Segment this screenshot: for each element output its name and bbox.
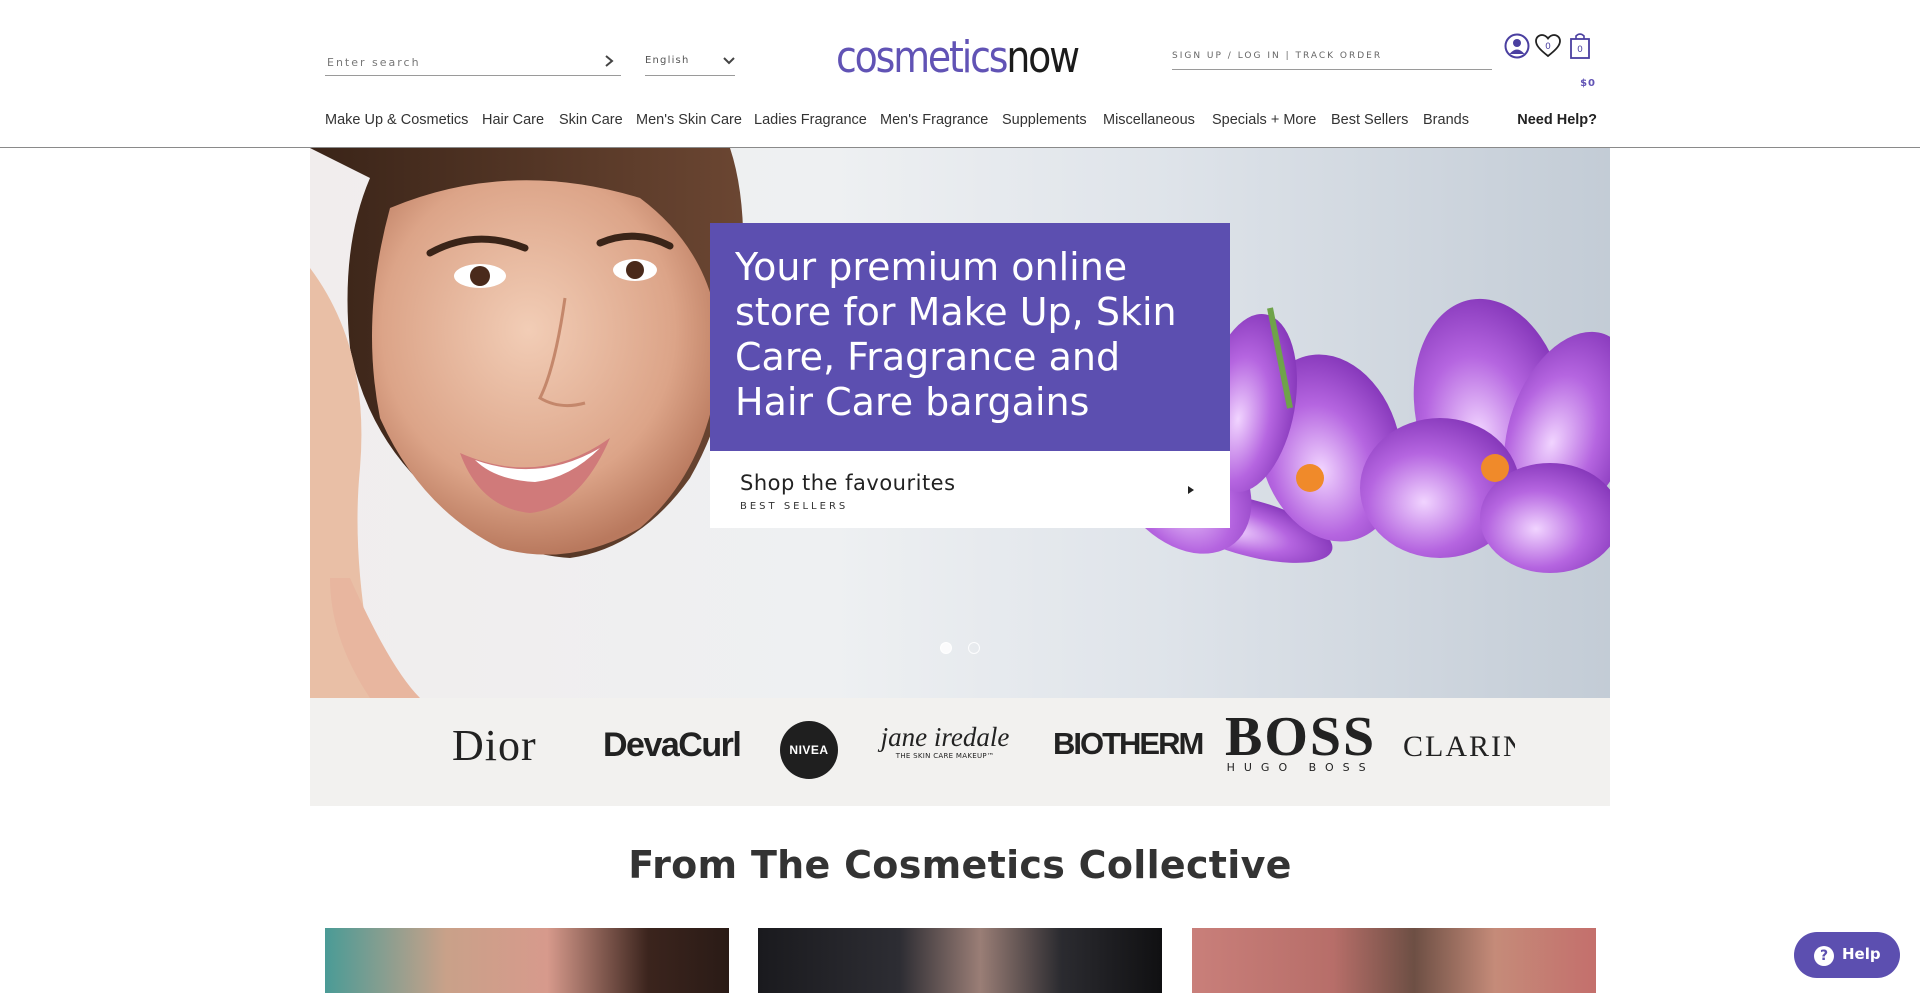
boss-name: BOSS (1225, 706, 1377, 768)
help-widget-button[interactable]: ? Help (1794, 932, 1900, 978)
brand-logo-clarins[interactable]: CLARINS (1403, 730, 1515, 764)
nav-item-make-up-cosmetics[interactable]: Make Up & Cosmetics (325, 112, 468, 128)
brand-strip: Dior DevaCurl NIVEA jane iredale THE SKI… (310, 698, 1610, 806)
search-input[interactable] (327, 53, 587, 71)
cart-total: $0 (1580, 78, 1596, 89)
search-submit-icon[interactable] (603, 54, 615, 68)
collective-card-3[interactable] (1192, 928, 1596, 993)
nav-item-mens-fragrance[interactable]: Men's Fragrance (880, 112, 988, 128)
carousel-dot-1[interactable] (940, 642, 952, 654)
promo-panel: Your premium online store for Make Up, S… (710, 223, 1230, 451)
logo-part-cosmetics: cosmetics (836, 32, 1008, 83)
collective-section-title: From The Cosmetics Collective (628, 843, 1292, 887)
account-links[interactable]: SIGN UP / LOG IN | TRACK ORDER (1172, 50, 1492, 70)
shop-favourites-cta[interactable]: Shop the favourites BEST SELLERS (710, 451, 1230, 528)
cart-button[interactable]: 0 (1566, 31, 1594, 61)
hero-banner[interactable]: Your premium online store for Make Up, S… (310, 148, 1610, 698)
brand-logo-biotherm[interactable]: BIOTHERM (1053, 726, 1204, 762)
main-nav: Make Up & Cosmetics Hair Care Skin Care … (325, 112, 1597, 134)
carousel-dots (940, 642, 984, 656)
brand-logo-boss[interactable]: BOSS HUGO BOSS (1225, 706, 1377, 774)
wishlist-count: 0 (1545, 42, 1551, 52)
carousel-dot-2[interactable] (968, 642, 980, 654)
account-links-text: SIGN UP / LOG IN | TRACK ORDER (1172, 51, 1383, 61)
brand-logo-nivea[interactable]: NIVEA (780, 721, 838, 779)
help-widget-label: Help (1842, 945, 1881, 963)
brand-logo-dior[interactable]: Dior (452, 720, 537, 771)
jane-iredale-name: jane iredale (880, 722, 1010, 752)
chevron-down-icon (723, 57, 735, 65)
language-select[interactable]: English (645, 50, 735, 76)
site-header: English cosmeticsnow SIGN UP / LOG IN | … (0, 0, 1920, 148)
nav-item-brands[interactable]: Brands (1423, 112, 1469, 128)
need-help-link[interactable]: Need Help? (1517, 112, 1597, 128)
cart-count: 0 (1577, 45, 1583, 55)
collective-card-2[interactable] (758, 928, 1162, 993)
question-icon: ? (1814, 946, 1834, 966)
language-selected-label: English (645, 55, 690, 66)
nav-item-ladies-fragrance[interactable]: Ladies Fragrance (754, 112, 867, 128)
nav-item-best-sellers[interactable]: Best Sellers (1331, 112, 1408, 128)
cta-title: Shop the favourites (740, 471, 956, 495)
nav-item-mens-skin-care[interactable]: Men's Skin Care (636, 112, 742, 128)
nav-item-miscellaneous[interactable]: Miscellaneous (1103, 112, 1195, 128)
hero-title: Your premium online store for Make Up, S… (735, 245, 1206, 425)
brand-logo-jane-iredale[interactable]: jane iredale THE SKIN CARE MAKEUP™ (875, 722, 1015, 760)
logo-part-now: now (1006, 32, 1080, 83)
site-logo[interactable]: cosmeticsnow (836, 30, 1080, 86)
jane-iredale-tagline: THE SKIN CARE MAKEUP™ (895, 752, 995, 760)
cta-subtitle: BEST SELLERS (740, 501, 849, 512)
collective-card-1[interactable] (325, 928, 729, 993)
boss-tagline: HUGO BOSS (1226, 761, 1375, 774)
wishlist-button[interactable]: 0 (1534, 31, 1562, 61)
nav-item-skin-care[interactable]: Skin Care (559, 112, 623, 128)
nav-item-supplements[interactable]: Supplements (1002, 112, 1087, 128)
brand-logo-devacurl[interactable]: DevaCurl (603, 726, 742, 765)
account-icon[interactable] (1503, 31, 1531, 61)
nav-item-specials-more[interactable]: Specials + More (1212, 112, 1316, 128)
nav-item-hair-care[interactable]: Hair Care (482, 112, 544, 128)
search-box (325, 50, 621, 76)
play-arrow-icon (1188, 486, 1194, 494)
